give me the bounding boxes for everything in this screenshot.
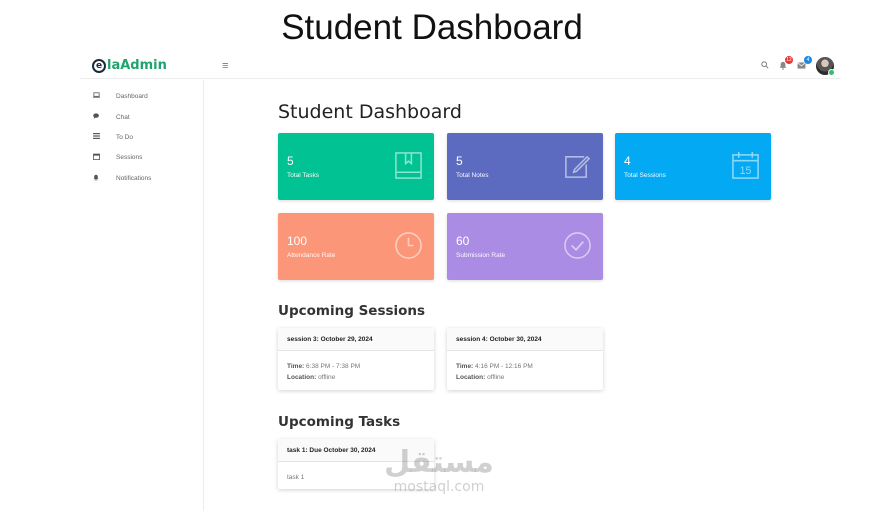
stat-label: Total Tasks [287,172,320,179]
messages-button[interactable]: 4 [797,56,812,71]
page-title: Student Dashboard [278,101,462,123]
watermark: مستقل mostaql.com [384,445,494,496]
stat-value: 60 [456,234,470,248]
sidebar-item-sessions[interactable]: Sessions [90,150,142,164]
session-location: offline [487,374,505,381]
banner-title-text: Student Dashboard [281,8,583,47]
sidebar-item-label: Notifications [116,174,152,182]
bell-icon [90,174,102,183]
sidebar-item-notifications[interactable]: Notifications [90,171,151,185]
sidebar-item-dashboard[interactable]: Dashboard [90,89,148,103]
stat-label: Attendance Rate [287,252,336,259]
banner-title: Student Dashboard [0,8,878,48]
sidebar-item-todo[interactable]: To Do [90,130,133,144]
top-bar: e laAdmin ≡ 12 4 [80,53,840,79]
session-title: session 3: October 29, 2024 [278,328,434,351]
stat-card-submission-rate[interactable]: 60 Submission Rate [447,213,603,280]
app-window: e laAdmin ≡ 12 4 Dashboard Chat To Do Se… [80,53,840,511]
stat-value: 4 [624,154,631,168]
laptop-icon [90,92,102,100]
sidebar-item-label: Sessions [116,153,143,161]
logo-mark: e [92,59,106,73]
session-location: offline [318,374,336,381]
header-actions: 12 4 [761,55,835,76]
check-circle-icon [564,232,591,259]
stat-card-total-sessions[interactable]: 4 Total Sessions 15 [615,133,771,200]
stat-card-attendance-rate[interactable]: 100 Attendance Rate [278,213,434,280]
session-card[interactable]: session 3: October 29, 2024 Time: 6:38 P… [278,328,434,390]
location-label: Location: [287,374,317,381]
sidebar: Dashboard Chat To Do Sessions Notificati… [80,80,204,511]
session-title: session 4: October 30, 2024 [447,328,603,351]
stat-label: Submission Rate [456,252,506,259]
upcoming-sessions-title: Upcoming Sessions [278,303,426,319]
mail-badge: 4 [804,56,812,64]
sidebar-item-label: Chat [116,113,130,121]
watermark-latin: mostaql.com [393,479,485,495]
chat-icon [90,113,102,121]
stat-value: 100 [287,234,308,248]
sidebar-item-chat[interactable]: Chat [90,110,130,124]
notification-badge: 12 [785,55,793,64]
task-description: task 1 [287,474,305,481]
notifications-button[interactable]: 12 [779,55,793,72]
session-time: 4:16 PM - 12:16 PM [475,363,533,370]
location-label: Location: [456,374,486,381]
upcoming-tasks-title: Upcoming Tasks [278,414,401,430]
book-icon [395,152,422,179]
calendar-icon [90,153,102,162]
logo[interactable]: e laAdmin [92,58,167,73]
svg-text:15: 15 [740,165,752,177]
stat-value: 5 [456,154,463,168]
session-card[interactable]: session 4: October 30, 2024 Time: 4:16 P… [447,328,603,390]
session-details: Time: 4:16 PM - 12:16 PM Location: offli… [447,351,603,389]
search-icon[interactable] [761,61,769,71]
sidebar-item-label: To Do [116,133,133,141]
watermark-arabic: مستقل [384,445,494,480]
note-edit-icon [565,155,591,178]
stat-label: Total Notes [456,172,489,179]
time-label: Time: [287,363,305,370]
clock-icon [395,232,422,259]
sidebar-item-label: Dashboard [116,92,148,100]
stat-value: 5 [287,154,294,168]
calendar-icon: 15 [732,151,759,179]
list-icon [90,133,102,141]
stat-card-total-tasks[interactable]: 5 Total Tasks [278,133,434,200]
session-details: Time: 6:38 PM - 7:38 PM Location: offlin… [278,351,434,389]
hamburger-icon[interactable]: ≡ [222,60,228,72]
avatar[interactable] [816,57,835,76]
stat-label: Total Sessions [624,172,666,179]
stat-card-total-notes[interactable]: 5 Total Notes [447,133,603,200]
logo-text: laAdmin [107,58,167,73]
time-label: Time: [456,363,474,370]
session-time: 6:38 PM - 7:38 PM [306,363,361,370]
